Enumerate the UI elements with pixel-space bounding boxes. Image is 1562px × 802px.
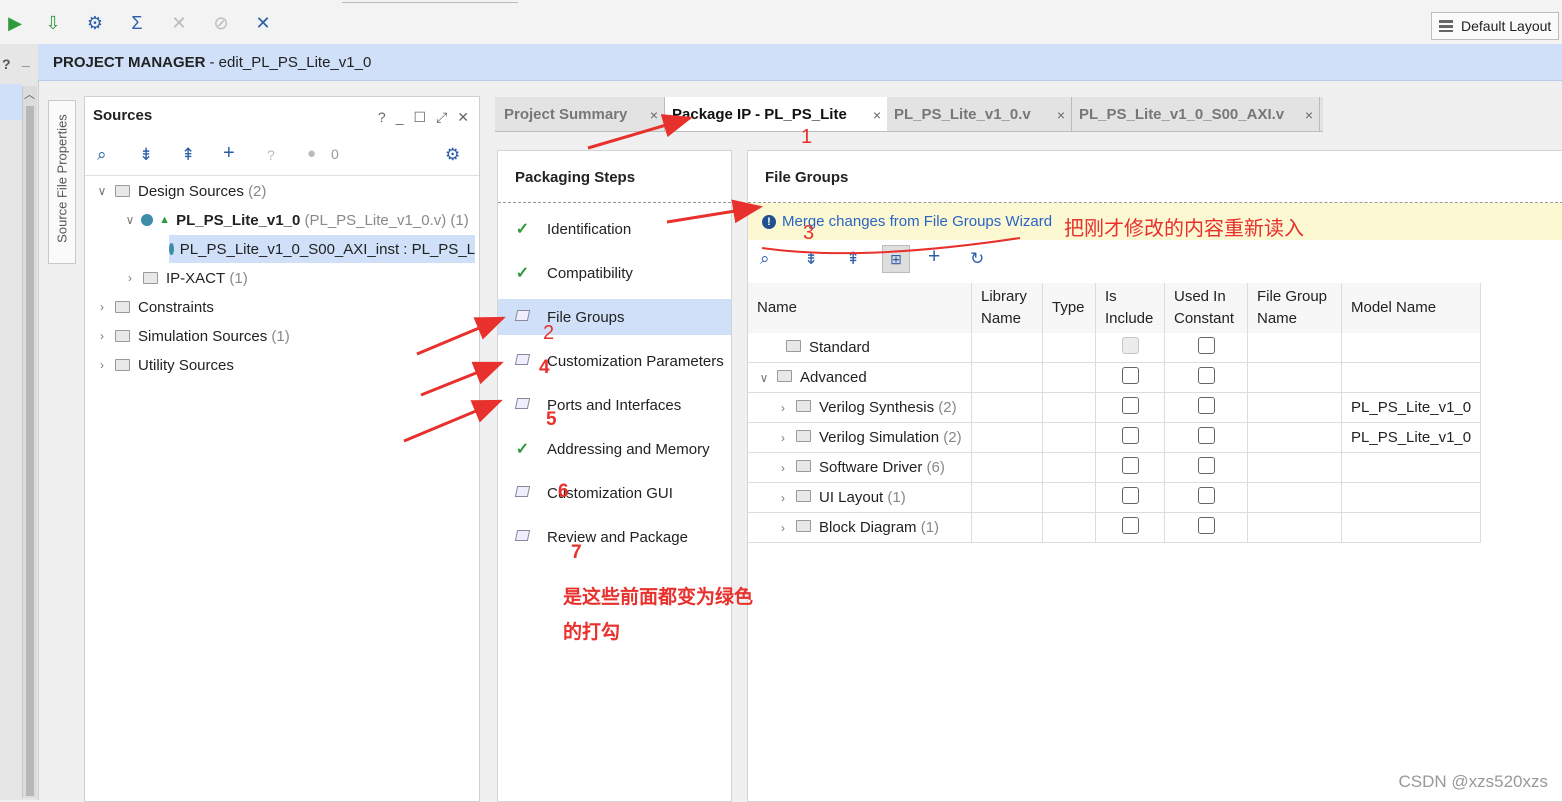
annotation-arrow [666,199,763,224]
annotation-underline [761,237,1021,255]
annotation-number-7: 7 [571,542,582,563]
annotation-number-3: 3 [803,222,815,244]
annotation-green-note-1: 是这些前面都变为绿色 [563,587,754,608]
annotation-arrow [403,399,503,443]
annotation-reload-note: 把刚才修改的内容重新读入 [1064,218,1304,240]
annotation-green-note-2: 的打勾 [563,622,621,643]
annotation-arrow [420,361,504,397]
annotation-number-4: 4 [539,357,550,378]
annotation-arrow [416,316,506,356]
annotation-number-2: 2 [543,322,555,344]
watermark: CSDN @xzs520xzs [1398,772,1548,791]
annotation-arrow [587,114,693,150]
annotation-number-5: 5 [546,409,557,430]
annotation-number-6: 6 [558,481,569,502]
annotation-number-1: 1 [801,126,813,148]
annotation-overlay [403,114,1021,443]
